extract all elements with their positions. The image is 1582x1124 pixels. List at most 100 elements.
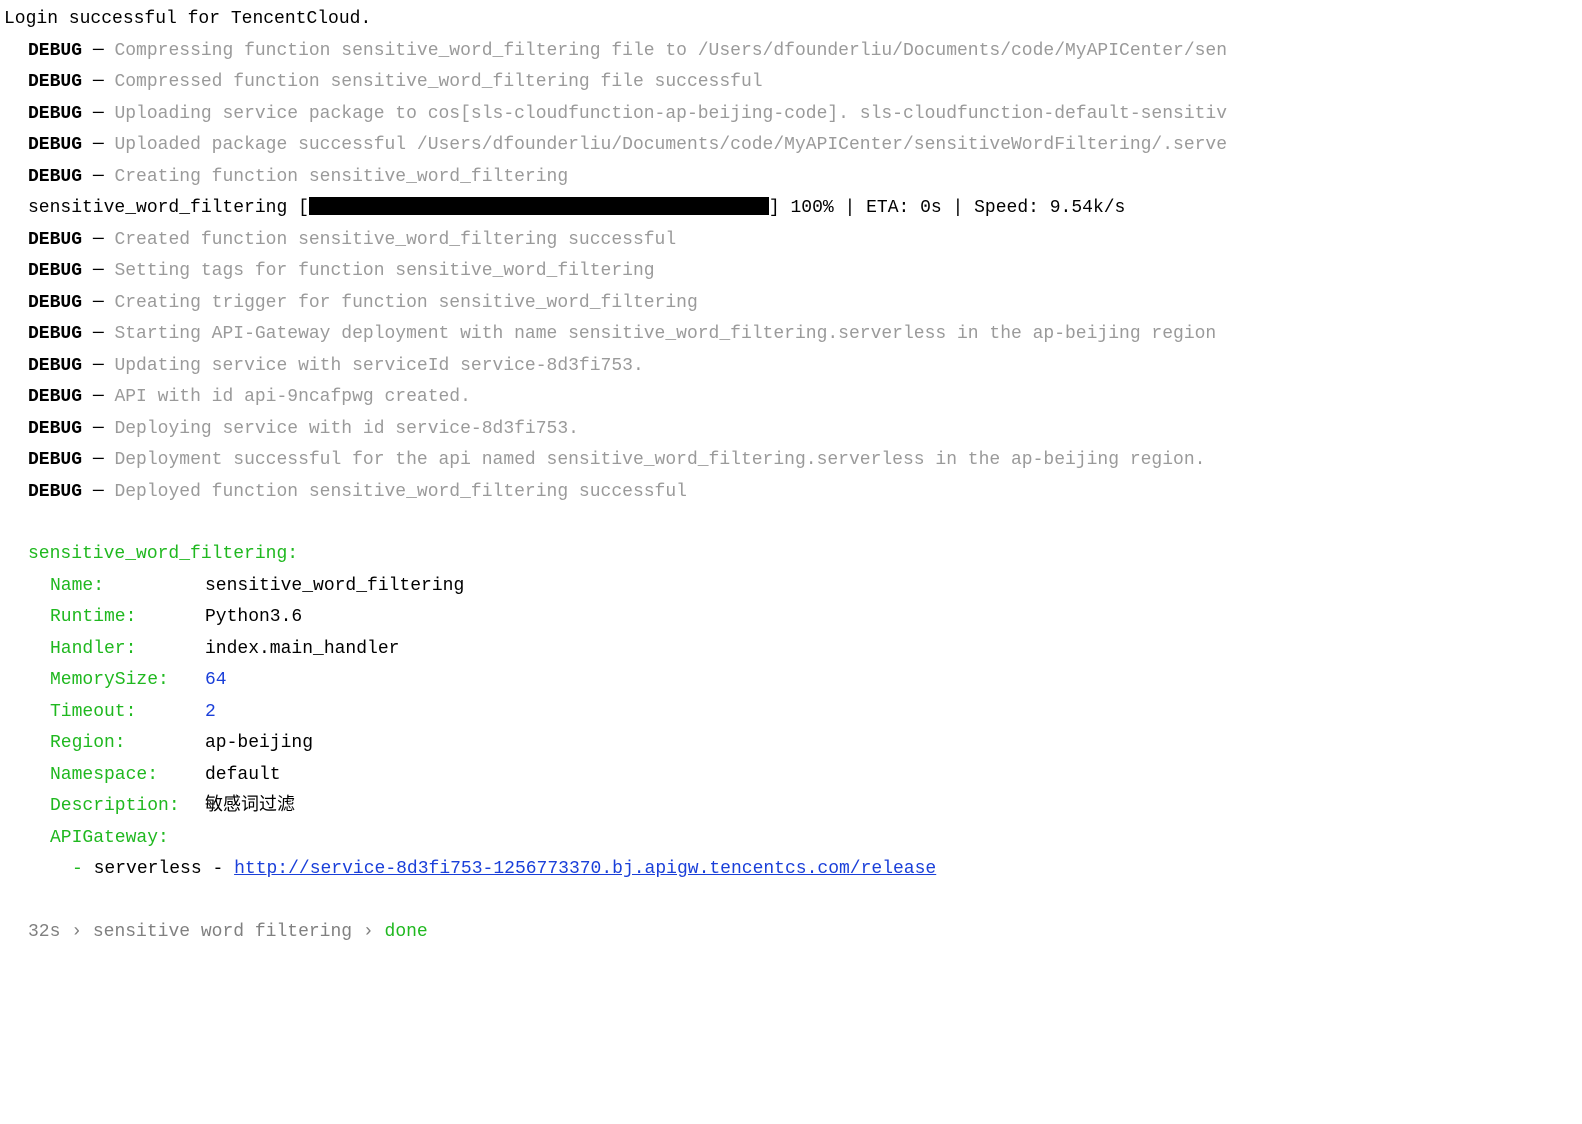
footer-name: sensitive word filtering <box>93 922 352 942</box>
kv-row: MemorySize:64 <box>0 665 1582 697</box>
result-header-text: sensitive_word_filtering: <box>28 544 298 564</box>
debug-dash: ─ <box>93 324 104 344</box>
debug-msg: Compressed function sensitive_word_filte… <box>114 72 762 92</box>
debug-msg: Updating service with serviceId service-… <box>114 356 643 376</box>
kv-key-namespace: Namespace: <box>50 760 205 792</box>
kv-row: Region:ap-beijing <box>0 728 1582 760</box>
footer-time: 32s <box>28 922 60 942</box>
login-text: Login successful for TencentCloud. <box>4 9 371 29</box>
debug-line: DEBUG ─ Starting API-Gateway deployment … <box>0 319 1582 351</box>
kv-key-description: Description: <box>50 791 205 823</box>
debug-msg: Uploading service package to cos[sls-clo… <box>114 104 1227 124</box>
apigw-url-link[interactable]: http://service-8d3fi753-1256773370.bj.ap… <box>234 859 936 879</box>
debug-label: DEBUG <box>28 293 82 313</box>
debug-label: DEBUG <box>28 419 82 439</box>
progress-open: [ <box>298 198 309 218</box>
debug-label: DEBUG <box>28 41 82 61</box>
kv-key-apigateway: APIGateway: <box>50 823 205 855</box>
debug-label: DEBUG <box>28 450 82 470</box>
kv-key-region: Region: <box>50 728 205 760</box>
progress-line: sensitive_word_filtering [] 100% | ETA: … <box>0 193 1582 225</box>
debug-line: DEBUG ─ Deployment successful for the ap… <box>0 445 1582 477</box>
debug-label: DEBUG <box>28 356 82 376</box>
footer-sep: › <box>363 922 374 942</box>
footer-done: done <box>385 922 428 942</box>
apigw-label: serverless <box>94 859 202 879</box>
debug-msg: Creating trigger for function sensitive_… <box>114 293 697 313</box>
kv-row: Runtime:Python3.6 <box>0 602 1582 634</box>
debug-line: DEBUG ─ Setting tags for function sensit… <box>0 256 1582 288</box>
debug-msg: Created function sensitive_word_filterin… <box>114 230 676 250</box>
kv-val-handler: index.main_handler <box>205 639 399 659</box>
progress-stats: 100% | ETA: 0s | Speed: 9.54k/s <box>780 198 1126 218</box>
kv-row: Handler:index.main_handler <box>0 634 1582 666</box>
debug-label: DEBUG <box>28 167 82 187</box>
kv-key-memory: MemorySize: <box>50 665 205 697</box>
kv-key-runtime: Runtime: <box>50 602 205 634</box>
debug-line: DEBUG ─ Compressing function sensitive_w… <box>0 36 1582 68</box>
debug-label: DEBUG <box>28 324 82 344</box>
blank-line <box>0 508 1582 539</box>
debug-msg: Creating function sensitive_word_filteri… <box>114 167 568 187</box>
debug-dash: ─ <box>93 482 104 502</box>
kv-key-name: Name: <box>50 571 205 603</box>
debug-line: DEBUG ─ Uploaded package successful /Use… <box>0 130 1582 162</box>
debug-line: DEBUG ─ Compressed function sensitive_wo… <box>0 67 1582 99</box>
progress-name: sensitive_word_filtering <box>28 198 287 218</box>
kv-val-namespace: default <box>205 765 281 785</box>
debug-line: DEBUG ─ API with id api-9ncafpwg created… <box>0 382 1582 414</box>
apigw-item: - serverless - http://service-8d3fi753-1… <box>0 854 1582 886</box>
result-header: sensitive_word_filtering: <box>0 539 1582 571</box>
kv-val-timeout: 2 <box>205 702 216 722</box>
debug-msg: Uploaded package successful /Users/dfoun… <box>114 135 1227 155</box>
debug-msg: API with id api-9ncafpwg created. <box>114 387 470 407</box>
debug-dash: ─ <box>93 72 104 92</box>
kv-val-description: 敏感词过滤 <box>205 796 295 816</box>
kv-val-runtime: Python3.6 <box>205 607 302 627</box>
debug-label: DEBUG <box>28 72 82 92</box>
debug-dash: ─ <box>93 135 104 155</box>
debug-label: DEBUG <box>28 104 82 124</box>
debug-dash: ─ <box>93 293 104 313</box>
debug-dash: ─ <box>93 450 104 470</box>
debug-dash: ─ <box>93 41 104 61</box>
kv-val-memory: 64 <box>205 670 227 690</box>
debug-msg: Setting tags for function sensitive_word… <box>114 261 654 281</box>
debug-label: DEBUG <box>28 387 82 407</box>
debug-dash: ─ <box>93 419 104 439</box>
footer-line: 32s › sensitive word filtering › done <box>0 917 1582 949</box>
kv-row: APIGateway: <box>0 823 1582 855</box>
list-dash: - <box>72 859 83 879</box>
debug-msg: Deploying service with id service-8d3fi7… <box>114 419 578 439</box>
kv-row: Name:sensitive_word_filtering <box>0 571 1582 603</box>
apigw-dash2: - <box>212 859 223 879</box>
debug-dash: ─ <box>93 356 104 376</box>
debug-dash: ─ <box>93 261 104 281</box>
debug-msg: Deployment successful for the api named … <box>114 450 1205 470</box>
kv-row: Namespace:default <box>0 760 1582 792</box>
kv-val-region: ap-beijing <box>205 733 313 753</box>
debug-line: DEBUG ─ Updating service with serviceId … <box>0 351 1582 383</box>
kv-key-handler: Handler: <box>50 634 205 666</box>
debug-label: DEBUG <box>28 230 82 250</box>
login-line: Login successful for TencentCloud. <box>0 4 1582 36</box>
debug-line: DEBUG ─ Created function sensitive_word_… <box>0 225 1582 257</box>
kv-row: Description:敏感词过滤 <box>0 791 1582 823</box>
kv-key-timeout: Timeout: <box>50 697 205 729</box>
debug-msg: Compressing function sensitive_word_filt… <box>114 41 1227 61</box>
progress-bar <box>309 197 769 215</box>
blank-line <box>0 886 1582 917</box>
debug-line: DEBUG ─ Uploading service package to cos… <box>0 99 1582 131</box>
debug-line: DEBUG ─ Deployed function sensitive_word… <box>0 477 1582 509</box>
kv-val-name: sensitive_word_filtering <box>205 576 464 596</box>
debug-label: DEBUG <box>28 261 82 281</box>
debug-line: DEBUG ─ Creating trigger for function se… <box>0 288 1582 320</box>
debug-dash: ─ <box>93 230 104 250</box>
debug-line: DEBUG ─ Deploying service with id servic… <box>0 414 1582 446</box>
debug-label: DEBUG <box>28 482 82 502</box>
debug-label: DEBUG <box>28 135 82 155</box>
kv-row: Timeout:2 <box>0 697 1582 729</box>
progress-close: ] <box>769 198 780 218</box>
footer-sep: › <box>71 922 82 942</box>
debug-dash: ─ <box>93 104 104 124</box>
